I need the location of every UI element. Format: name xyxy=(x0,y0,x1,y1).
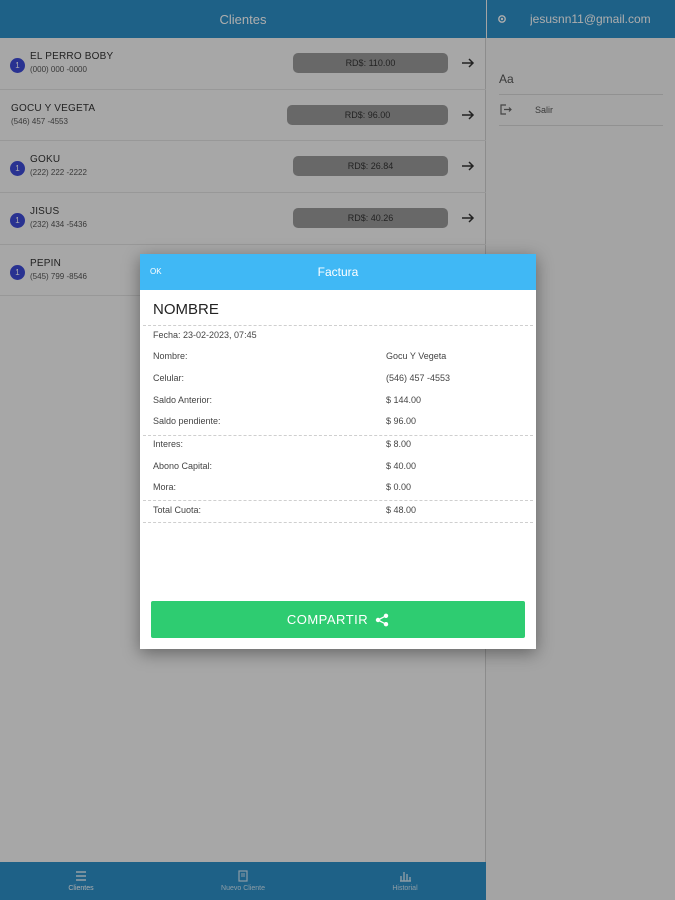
dialog-header: Factura OK xyxy=(140,254,536,290)
invoice-row: Saldo Anterior: $ 144.00 xyxy=(153,395,523,409)
row-value: $ 8.00 xyxy=(386,439,412,449)
row-value: $ 96.00 xyxy=(386,416,417,426)
row-label: Nombre: xyxy=(153,351,188,361)
invoice-row: Total Cuota: $ 48.00 xyxy=(153,505,523,519)
invoice-name-heading: NOMBRE xyxy=(153,301,219,318)
row-label: Saldo pendiente: xyxy=(153,416,221,426)
invoice-row: Saldo pendiente: $ 96.00 xyxy=(153,416,523,430)
row-label: Abono Capital: xyxy=(153,461,213,471)
invoice-date: Fecha: 23-02-2023, 07:45 xyxy=(153,330,257,340)
ok-button[interactable]: OK xyxy=(150,267,162,276)
row-label: Interes: xyxy=(153,439,184,449)
row-value: (546) 457 -4553 xyxy=(386,373,451,383)
invoice-row: Celular: (546) 457 -4553 xyxy=(153,373,523,387)
row-label: Total Cuota: xyxy=(153,505,202,515)
row-value: $ 40.00 xyxy=(386,461,417,471)
row-value: $ 0.00 xyxy=(386,482,412,492)
invoice-row: Interes: $ 8.00 xyxy=(153,439,523,453)
share-icon xyxy=(375,613,389,626)
row-value: $ 48.00 xyxy=(386,505,417,515)
invoice-dialog: Factura OK NOMBRE Fecha: 23-02-2023, 07:… xyxy=(140,254,536,649)
row-value: Gocu Y Vegeta xyxy=(386,351,447,361)
row-value: $ 144.00 xyxy=(386,395,422,405)
row-label: Celular: xyxy=(153,373,185,383)
row-label: Saldo Anterior: xyxy=(153,395,213,405)
divider xyxy=(143,325,533,326)
invoice-row: Mora: $ 0.00 xyxy=(153,482,523,496)
invoice-row: Nombre: Gocu Y Vegeta xyxy=(153,351,523,365)
invoice-row: Abono Capital: $ 40.00 xyxy=(153,461,523,475)
divider xyxy=(143,435,533,436)
divider xyxy=(143,500,533,501)
divider xyxy=(143,522,533,523)
share-label: COMPARTIR xyxy=(286,612,369,627)
row-label: Mora: xyxy=(153,482,177,492)
dialog-title: Factura xyxy=(317,265,359,279)
share-button[interactable]: COMPARTIR xyxy=(151,601,525,638)
